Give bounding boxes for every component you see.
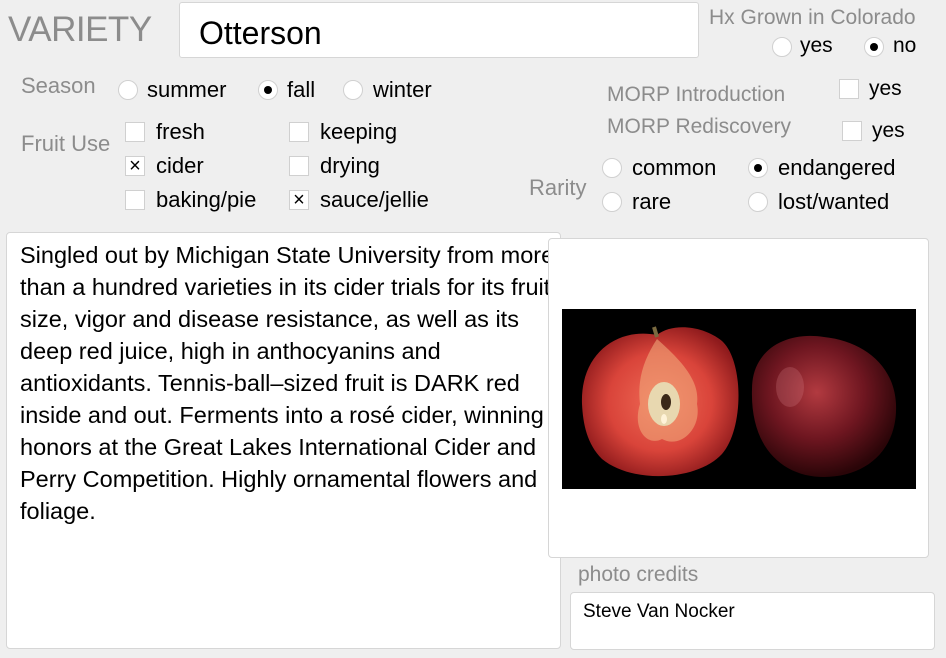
fruit-use-cider-label: cider bbox=[156, 153, 204, 178]
hx-grown-yes-radio[interactable] bbox=[772, 37, 792, 57]
photo-credits-label: photo credits bbox=[578, 563, 699, 586]
photo-credits-value: Steve Van Nocker bbox=[583, 601, 735, 622]
variety-field[interactable]: Otterson bbox=[179, 2, 699, 58]
description-text: Singled out by Michigan State University… bbox=[20, 242, 555, 524]
fruit-use-label: Fruit Use bbox=[21, 131, 111, 156]
photo-credits-field[interactable]: Steve Van Nocker bbox=[570, 592, 935, 650]
fruit-use-baking-pie-checkbox[interactable] bbox=[125, 190, 145, 210]
fruit-use-cider-checkbox[interactable]: × bbox=[125, 156, 145, 176]
apple-photo bbox=[562, 309, 916, 489]
hx-grown-no-label: no bbox=[893, 34, 917, 57]
rarity-endangered-radio[interactable] bbox=[748, 158, 768, 178]
hx-grown-no-radio[interactable] bbox=[864, 37, 884, 57]
rarity-lost-wanted-label: lost/wanted bbox=[778, 189, 890, 214]
fruit-use-fresh-label: fresh bbox=[156, 119, 205, 144]
variety-label: VARIETY bbox=[8, 10, 152, 49]
hx-grown-label: Hx Grown in Colorado bbox=[709, 6, 916, 29]
season-winter-radio[interactable] bbox=[343, 80, 363, 100]
rarity-endangered-label: endangered bbox=[778, 155, 896, 180]
morp-rediscovery-checkbox[interactable] bbox=[842, 121, 862, 141]
rarity-lost-wanted-radio[interactable] bbox=[748, 192, 768, 212]
rarity-common-radio[interactable] bbox=[602, 158, 622, 178]
hx-grown-yes-label: yes bbox=[800, 34, 833, 57]
fruit-use-keeping-checkbox[interactable] bbox=[289, 122, 309, 142]
variety-value: Otterson bbox=[199, 15, 322, 51]
description-field[interactable]: Singled out by Michigan State University… bbox=[6, 232, 561, 649]
rarity-rare-label: rare bbox=[632, 189, 672, 214]
rarity-rare-radio[interactable] bbox=[602, 192, 622, 212]
fruit-use-baking-pie-label: baking/pie bbox=[156, 187, 257, 212]
season-fall-label: fall bbox=[287, 77, 316, 102]
season-fall-radio[interactable] bbox=[258, 80, 278, 100]
season-label: Season bbox=[21, 73, 96, 98]
rarity-common-label: common bbox=[632, 155, 717, 180]
fruit-use-fresh-checkbox[interactable] bbox=[125, 122, 145, 142]
morp-rediscovery-yes-label: yes bbox=[872, 119, 905, 142]
season-winter-label: winter bbox=[373, 77, 432, 102]
fruit-use-keeping-label: keeping bbox=[320, 119, 398, 144]
fruit-use-sauce-jellie-checkbox[interactable]: × bbox=[289, 190, 309, 210]
fruit-use-drying-checkbox[interactable] bbox=[289, 156, 309, 176]
morp-rediscovery-label: MORP Rediscovery bbox=[607, 115, 791, 138]
morp-introduction-checkbox[interactable] bbox=[839, 79, 859, 99]
fruit-use-sauce-jellie-label: sauce/jellie bbox=[320, 187, 429, 212]
fruit-use-drying-label: drying bbox=[320, 153, 380, 178]
rarity-label: Rarity bbox=[529, 175, 587, 200]
morp-introduction-yes-label: yes bbox=[869, 77, 902, 100]
season-summer-radio[interactable] bbox=[118, 80, 138, 100]
season-summer-label: summer bbox=[147, 77, 227, 102]
photo-container[interactable] bbox=[548, 238, 929, 558]
morp-introduction-label: MORP Introduction bbox=[607, 83, 786, 106]
